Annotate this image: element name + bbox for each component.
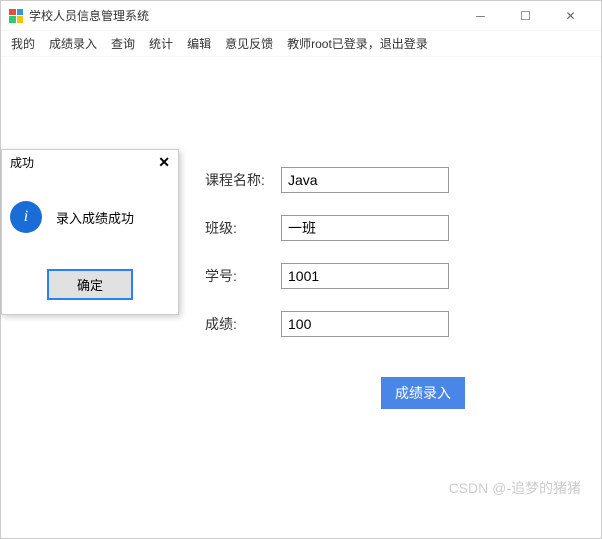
window-controls: ─ ☐ ✕ — [458, 2, 593, 30]
watermark: CSDN @-追梦的猪猪 — [449, 478, 581, 498]
menu-logout[interactable]: 教师root已登录，退出登录 — [287, 35, 428, 52]
menu-query[interactable]: 查询 — [111, 35, 135, 52]
course-input[interactable] — [281, 167, 449, 193]
close-icon[interactable]: ✕ — [158, 154, 170, 171]
ok-button[interactable]: 确定 — [47, 269, 133, 300]
main-window: 学校人员信息管理系统 ─ ☐ ✕ 我的 成绩录入 查询 统计 编辑 意见反馈 教… — [0, 0, 602, 539]
success-dialog: 成功 ✕ i 录入成绩成功 确定 — [1, 149, 179, 315]
score-input[interactable] — [281, 311, 449, 337]
menu-edit[interactable]: 编辑 — [187, 35, 211, 52]
dialog-footer: 确定 — [2, 263, 178, 314]
titlebar: 学校人员信息管理系统 ─ ☐ ✕ — [1, 1, 601, 31]
dialog-message: 录入成绩成功 — [56, 208, 134, 227]
id-input[interactable] — [281, 263, 449, 289]
minimize-button[interactable]: ─ — [458, 2, 503, 30]
window-title: 学校人员信息管理系统 — [29, 7, 149, 24]
score-label: 成绩: — [1, 314, 281, 334]
submit-button[interactable]: 成绩录入 — [381, 377, 465, 409]
menu-feedback[interactable]: 意见反馈 — [225, 35, 273, 52]
dialog-header: 成功 ✕ — [2, 150, 178, 175]
menu-stats[interactable]: 统计 — [149, 35, 173, 52]
dialog-title: 成功 — [10, 154, 34, 171]
class-input[interactable] — [281, 215, 449, 241]
info-icon: i — [10, 201, 42, 233]
menu-score-entry[interactable]: 成绩录入 — [49, 35, 97, 52]
app-icon — [9, 9, 23, 23]
maximize-button[interactable]: ☐ — [503, 2, 548, 30]
close-button[interactable]: ✕ — [548, 2, 593, 30]
menubar: 我的 成绩录入 查询 统计 编辑 意见反馈 教师root已登录，退出登录 — [1, 31, 601, 57]
menu-my[interactable]: 我的 — [11, 35, 35, 52]
dialog-body: i 录入成绩成功 — [2, 175, 178, 263]
